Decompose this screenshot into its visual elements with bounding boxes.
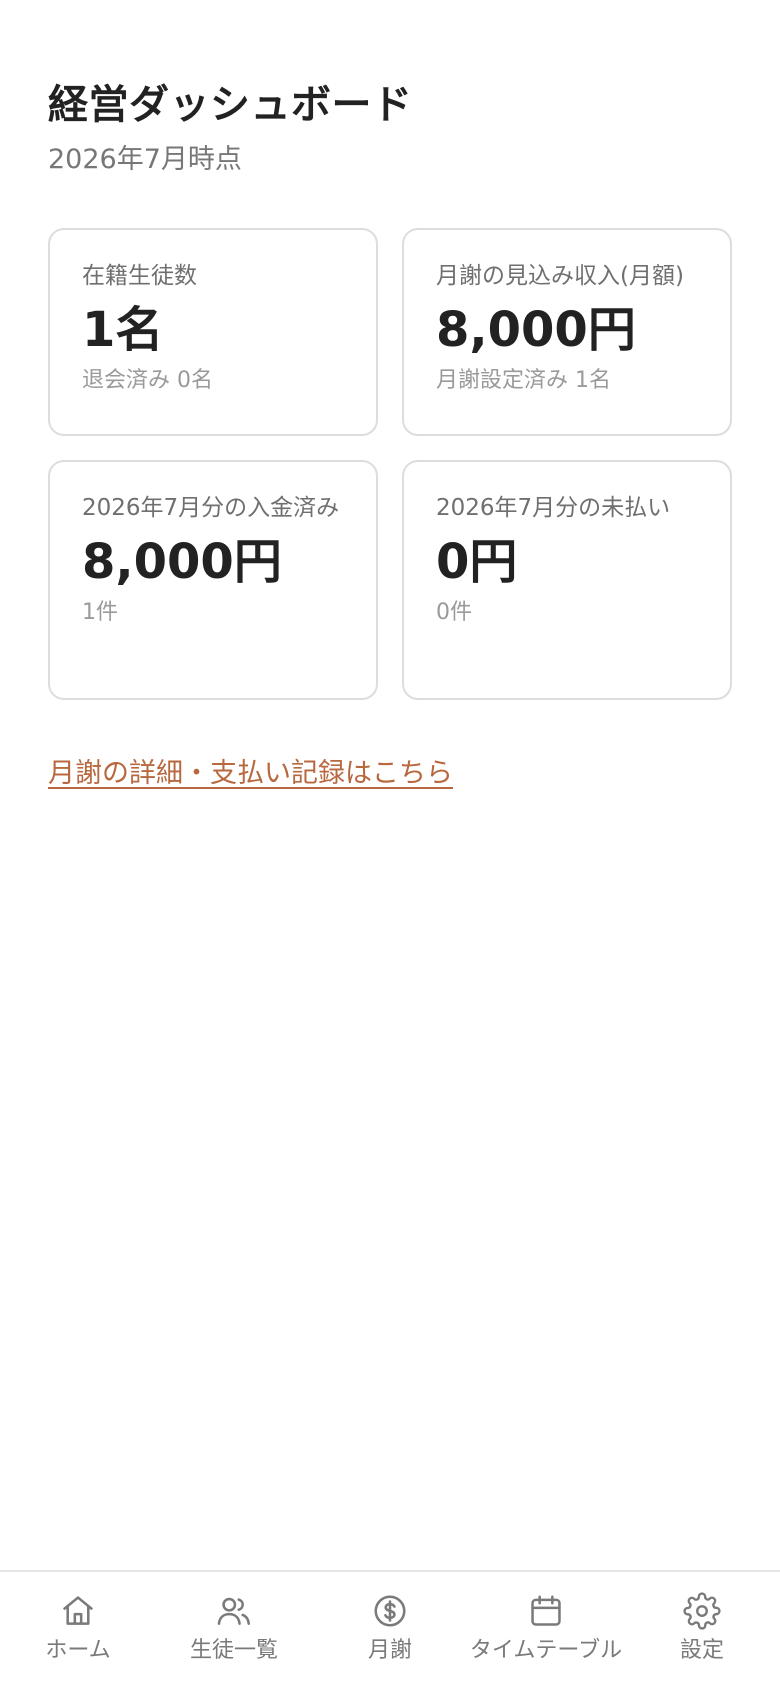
stat-label: 月謝の見込み収入(月額) [436,263,684,289]
stat-card-unpaid: 2026年7月分の未払い 0円 0件 [402,460,732,700]
users-icon [215,1592,253,1630]
stat-sub: 0件 [436,600,472,625]
gear-icon [683,1592,721,1630]
nav-item-settings[interactable]: 設定 [624,1572,780,1688]
stat-value: 1名 [82,302,164,358]
nav-label: タイムテーブル [469,1638,623,1663]
stat-value: 8,000円 [82,534,282,590]
coin-icon [371,1592,409,1630]
home-icon [59,1592,97,1630]
stat-card-enrolled: 在籍生徒数 1名 退会済み 0名 [48,228,378,436]
app-screen: 経営ダッシュボード 2026年7月時点 在籍生徒数 1名 退会済み 0名 月謝の… [0,0,780,1688]
nav-label: ホーム [45,1638,111,1663]
stat-label: 在籍生徒数 [82,263,197,289]
bottom-nav: ホーム 生徒一覧 月謝 タイムテーブル 設定 [0,1570,780,1688]
nav-item-fees[interactable]: 月謝 [312,1572,468,1688]
stat-value: 8,000円 [436,302,636,358]
page-title: 経営ダッシュボード [48,82,413,128]
stat-sub: 月謝設定済み 1名 [436,368,611,393]
stat-label: 2026年7月分の入金済み [82,495,340,521]
nav-label: 月謝 [367,1638,412,1663]
nav-label: 生徒一覧 [189,1638,278,1663]
page-subtitle: 2026年7月時点 [48,144,242,175]
stat-label: 2026年7月分の未払い [436,495,671,521]
stat-card-paid: 2026年7月分の入金済み 8,000円 1件 [48,460,378,700]
stat-value: 0円 [436,534,518,590]
nav-label: 設定 [679,1638,724,1663]
stat-sub: 1件 [82,600,118,625]
nav-item-timetable[interactable]: タイムテーブル [468,1572,624,1688]
dashboard-main: 経営ダッシュボード 2026年7月時点 在籍生徒数 1名 退会済み 0名 月謝の… [0,0,780,792]
fee-details-link[interactable]: 月謝の詳細・支払い記録はこちら [48,756,453,792]
nav-item-home[interactable]: ホーム [0,1572,156,1688]
stats-grid: 在籍生徒数 1名 退会済み 0名 月謝の見込み収入(月額) 8,000円 月謝設… [48,228,732,700]
calendar-icon [527,1592,565,1630]
stat-card-expected-income: 月謝の見込み収入(月額) 8,000円 月謝設定済み 1名 [402,228,732,436]
nav-item-students[interactable]: 生徒一覧 [156,1572,312,1688]
stat-sub: 退会済み 0名 [82,368,213,393]
